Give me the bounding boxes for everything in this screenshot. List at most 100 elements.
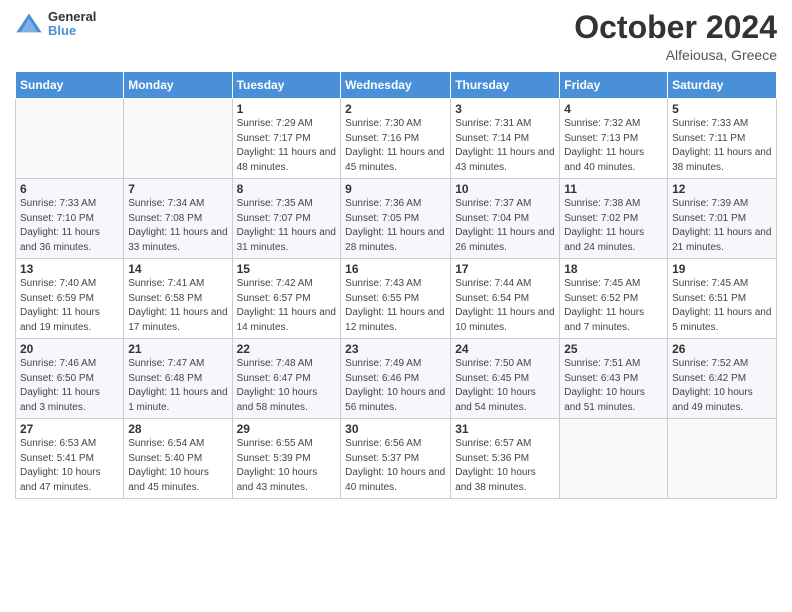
- day-info: Sunrise: 7:33 AMSunset: 7:10 PMDaylight:…: [20, 197, 119, 255]
- day-number: 25: [564, 342, 663, 356]
- location: Alfeiousa, Greece: [574, 47, 777, 63]
- col-header-sunday: Sunday: [16, 72, 124, 99]
- day-info: Sunrise: 6:53 AMSunset: 5:41 PMDaylight:…: [20, 437, 119, 495]
- day-cell: [16, 99, 124, 179]
- day-number: 13: [20, 262, 119, 276]
- day-number: 28: [128, 422, 227, 436]
- week-row-1: 1Sunrise: 7:29 AMSunset: 7:17 PMDaylight…: [16, 99, 777, 179]
- day-number: 22: [237, 342, 337, 356]
- day-info: Sunrise: 7:35 AMSunset: 7:07 PMDaylight:…: [237, 197, 337, 255]
- day-cell: 26Sunrise: 7:52 AMSunset: 6:42 PMDayligh…: [668, 339, 777, 419]
- day-cell: 3Sunrise: 7:31 AMSunset: 7:14 PMDaylight…: [451, 99, 560, 179]
- day-cell: [560, 419, 668, 499]
- day-number: 10: [455, 182, 555, 196]
- day-cell: 30Sunrise: 6:56 AMSunset: 5:37 PMDayligh…: [341, 419, 451, 499]
- col-header-wednesday: Wednesday: [341, 72, 451, 99]
- day-info: Sunrise: 7:36 AMSunset: 7:05 PMDaylight:…: [345, 197, 446, 255]
- day-cell: 16Sunrise: 7:43 AMSunset: 6:55 PMDayligh…: [341, 259, 451, 339]
- day-cell: 6Sunrise: 7:33 AMSunset: 7:10 PMDaylight…: [16, 179, 124, 259]
- day-cell: 11Sunrise: 7:38 AMSunset: 7:02 PMDayligh…: [560, 179, 668, 259]
- day-number: 6: [20, 182, 119, 196]
- day-cell: 18Sunrise: 7:45 AMSunset: 6:52 PMDayligh…: [560, 259, 668, 339]
- calendar-body: 1Sunrise: 7:29 AMSunset: 7:17 PMDaylight…: [16, 99, 777, 499]
- day-info: Sunrise: 7:45 AMSunset: 6:51 PMDaylight:…: [672, 277, 772, 335]
- col-header-thursday: Thursday: [451, 72, 560, 99]
- day-info: Sunrise: 7:40 AMSunset: 6:59 PMDaylight:…: [20, 277, 119, 335]
- day-number: 26: [672, 342, 772, 356]
- col-header-tuesday: Tuesday: [232, 72, 341, 99]
- logo-line2: Blue: [48, 24, 96, 38]
- day-number: 5: [672, 102, 772, 116]
- day-number: 9: [345, 182, 446, 196]
- day-cell: 5Sunrise: 7:33 AMSunset: 7:11 PMDaylight…: [668, 99, 777, 179]
- day-cell: 2Sunrise: 7:30 AMSunset: 7:16 PMDaylight…: [341, 99, 451, 179]
- page: General Blue October 2024 Alfeiousa, Gre…: [0, 0, 792, 612]
- day-number: 30: [345, 422, 446, 436]
- day-cell: 1Sunrise: 7:29 AMSunset: 7:17 PMDaylight…: [232, 99, 341, 179]
- title-block: October 2024 Alfeiousa, Greece: [574, 10, 777, 63]
- day-info: Sunrise: 6:55 AMSunset: 5:39 PMDaylight:…: [237, 437, 337, 495]
- day-info: Sunrise: 6:54 AMSunset: 5:40 PMDaylight:…: [128, 437, 227, 495]
- day-info: Sunrise: 7:38 AMSunset: 7:02 PMDaylight:…: [564, 197, 663, 255]
- day-number: 7: [128, 182, 227, 196]
- day-info: Sunrise: 7:42 AMSunset: 6:57 PMDaylight:…: [237, 277, 337, 335]
- day-number: 31: [455, 422, 555, 436]
- day-number: 1: [237, 102, 337, 116]
- day-number: 19: [672, 262, 772, 276]
- week-row-5: 27Sunrise: 6:53 AMSunset: 5:41 PMDayligh…: [16, 419, 777, 499]
- day-number: 21: [128, 342, 227, 356]
- day-cell: 4Sunrise: 7:32 AMSunset: 7:13 PMDaylight…: [560, 99, 668, 179]
- day-cell: 25Sunrise: 7:51 AMSunset: 6:43 PMDayligh…: [560, 339, 668, 419]
- day-info: Sunrise: 7:50 AMSunset: 6:45 PMDaylight:…: [455, 357, 555, 415]
- day-number: 2: [345, 102, 446, 116]
- day-cell: 17Sunrise: 7:44 AMSunset: 6:54 PMDayligh…: [451, 259, 560, 339]
- day-cell: 20Sunrise: 7:46 AMSunset: 6:50 PMDayligh…: [16, 339, 124, 419]
- logo-line1: General: [48, 10, 96, 24]
- header-row: SundayMondayTuesdayWednesdayThursdayFrid…: [16, 72, 777, 99]
- day-cell: 8Sunrise: 7:35 AMSunset: 7:07 PMDaylight…: [232, 179, 341, 259]
- day-number: 14: [128, 262, 227, 276]
- day-info: Sunrise: 6:56 AMSunset: 5:37 PMDaylight:…: [345, 437, 446, 495]
- day-cell: 29Sunrise: 6:55 AMSunset: 5:39 PMDayligh…: [232, 419, 341, 499]
- day-cell: [124, 99, 232, 179]
- day-cell: 7Sunrise: 7:34 AMSunset: 7:08 PMDaylight…: [124, 179, 232, 259]
- day-info: Sunrise: 7:46 AMSunset: 6:50 PMDaylight:…: [20, 357, 119, 415]
- day-info: Sunrise: 7:44 AMSunset: 6:54 PMDaylight:…: [455, 277, 555, 335]
- day-number: 24: [455, 342, 555, 356]
- calendar-header: SundayMondayTuesdayWednesdayThursdayFrid…: [16, 72, 777, 99]
- day-cell: 12Sunrise: 7:39 AMSunset: 7:01 PMDayligh…: [668, 179, 777, 259]
- day-info: Sunrise: 7:34 AMSunset: 7:08 PMDaylight:…: [128, 197, 227, 255]
- day-info: Sunrise: 7:45 AMSunset: 6:52 PMDaylight:…: [564, 277, 663, 335]
- logo: General Blue: [15, 10, 96, 39]
- day-cell: 15Sunrise: 7:42 AMSunset: 6:57 PMDayligh…: [232, 259, 341, 339]
- day-info: Sunrise: 7:39 AMSunset: 7:01 PMDaylight:…: [672, 197, 772, 255]
- day-info: Sunrise: 7:33 AMSunset: 7:11 PMDaylight:…: [672, 117, 772, 175]
- calendar: SundayMondayTuesdayWednesdayThursdayFrid…: [15, 71, 777, 499]
- day-info: Sunrise: 7:52 AMSunset: 6:42 PMDaylight:…: [672, 357, 772, 415]
- day-cell: 31Sunrise: 6:57 AMSunset: 5:36 PMDayligh…: [451, 419, 560, 499]
- day-cell: 24Sunrise: 7:50 AMSunset: 6:45 PMDayligh…: [451, 339, 560, 419]
- month-year: October 2024: [574, 10, 777, 45]
- day-cell: 28Sunrise: 6:54 AMSunset: 5:40 PMDayligh…: [124, 419, 232, 499]
- day-cell: 21Sunrise: 7:47 AMSunset: 6:48 PMDayligh…: [124, 339, 232, 419]
- day-cell: 23Sunrise: 7:49 AMSunset: 6:46 PMDayligh…: [341, 339, 451, 419]
- day-cell: 13Sunrise: 7:40 AMSunset: 6:59 PMDayligh…: [16, 259, 124, 339]
- day-info: Sunrise: 7:29 AMSunset: 7:17 PMDaylight:…: [237, 117, 337, 175]
- day-number: 29: [237, 422, 337, 436]
- col-header-friday: Friday: [560, 72, 668, 99]
- day-cell: 9Sunrise: 7:36 AMSunset: 7:05 PMDaylight…: [341, 179, 451, 259]
- logo-icon: [15, 10, 43, 38]
- day-info: Sunrise: 7:47 AMSunset: 6:48 PMDaylight:…: [128, 357, 227, 415]
- day-info: Sunrise: 7:30 AMSunset: 7:16 PMDaylight:…: [345, 117, 446, 175]
- week-row-2: 6Sunrise: 7:33 AMSunset: 7:10 PMDaylight…: [16, 179, 777, 259]
- day-number: 12: [672, 182, 772, 196]
- col-header-saturday: Saturday: [668, 72, 777, 99]
- day-number: 8: [237, 182, 337, 196]
- day-number: 11: [564, 182, 663, 196]
- day-number: 17: [455, 262, 555, 276]
- day-info: Sunrise: 7:37 AMSunset: 7:04 PMDaylight:…: [455, 197, 555, 255]
- day-number: 16: [345, 262, 446, 276]
- day-cell: 19Sunrise: 7:45 AMSunset: 6:51 PMDayligh…: [668, 259, 777, 339]
- day-info: Sunrise: 7:48 AMSunset: 6:47 PMDaylight:…: [237, 357, 337, 415]
- day-cell: 14Sunrise: 7:41 AMSunset: 6:58 PMDayligh…: [124, 259, 232, 339]
